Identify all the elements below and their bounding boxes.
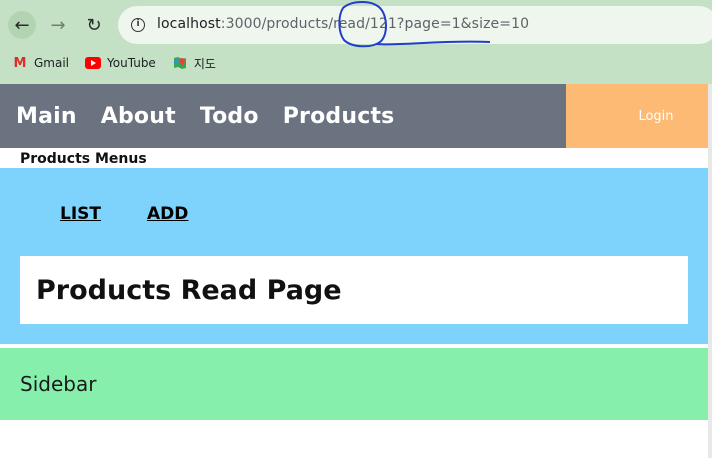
forward-button[interactable]: →: [44, 11, 72, 39]
nav-todo[interactable]: Todo: [200, 104, 259, 129]
maps-icon: [172, 56, 188, 70]
reload-icon: ↻: [86, 14, 102, 36]
bookmark-label: Gmail: [34, 56, 70, 70]
browser-chrome: ← → ↻ i localhost:3000/products/read/121…: [0, 0, 712, 84]
main-nav: Main About Todo Products: [0, 104, 418, 129]
nav-main[interactable]: Main: [16, 104, 77, 129]
scrollbar[interactable]: [708, 84, 712, 458]
top-navbar: Main About Todo Products: [0, 84, 566, 148]
url-host: localhost: [157, 16, 221, 32]
bookmark-gmail[interactable]: M Gmail: [12, 55, 70, 71]
products-menu: LIST ADD: [60, 204, 234, 224]
address-bar[interactable]: i localhost:3000/products/read/121?page=…: [118, 6, 712, 44]
tab-add[interactable]: ADD: [147, 204, 188, 224]
login-area: Login: [566, 84, 708, 148]
products-panel: LIST ADD Products Read Page: [0, 168, 708, 344]
url-text[interactable]: localhost:3000/products/read/121?page=1&…: [157, 16, 529, 32]
arrow-left-icon: ←: [14, 14, 30, 36]
web-page: Main About Todo Products Login Products …: [0, 84, 712, 458]
bookmark-label: 지도: [193, 56, 216, 71]
bookmark-youtube[interactable]: YouTube: [85, 56, 156, 70]
reload-button[interactable]: ↻: [80, 11, 108, 39]
menus-title: Products Menus: [20, 151, 147, 167]
login-link[interactable]: Login: [638, 109, 673, 124]
tab-list[interactable]: LIST: [60, 204, 101, 224]
sidebar: Sidebar: [0, 348, 708, 420]
site-info-button[interactable]: i: [126, 13, 150, 37]
sidebar-label: Sidebar: [20, 372, 97, 396]
info-icon: i: [131, 18, 145, 32]
nav-products[interactable]: Products: [283, 104, 395, 129]
url-path: :3000/products/read/121?page=1&size=10: [220, 16, 530, 32]
bookmark-maps[interactable]: 지도: [172, 55, 216, 72]
youtube-icon: [85, 56, 102, 70]
page-title: Products Read Page: [36, 274, 342, 306]
bookmarks-bar: M Gmail YouTube 지도: [0, 50, 220, 76]
nav-about[interactable]: About: [101, 104, 176, 129]
back-button[interactable]: ←: [8, 11, 36, 39]
gmail-icon: M: [13, 55, 27, 71]
content-card: Products Read Page: [20, 256, 688, 324]
arrow-right-icon: →: [50, 14, 66, 36]
bookmark-label: YouTube: [107, 56, 156, 70]
